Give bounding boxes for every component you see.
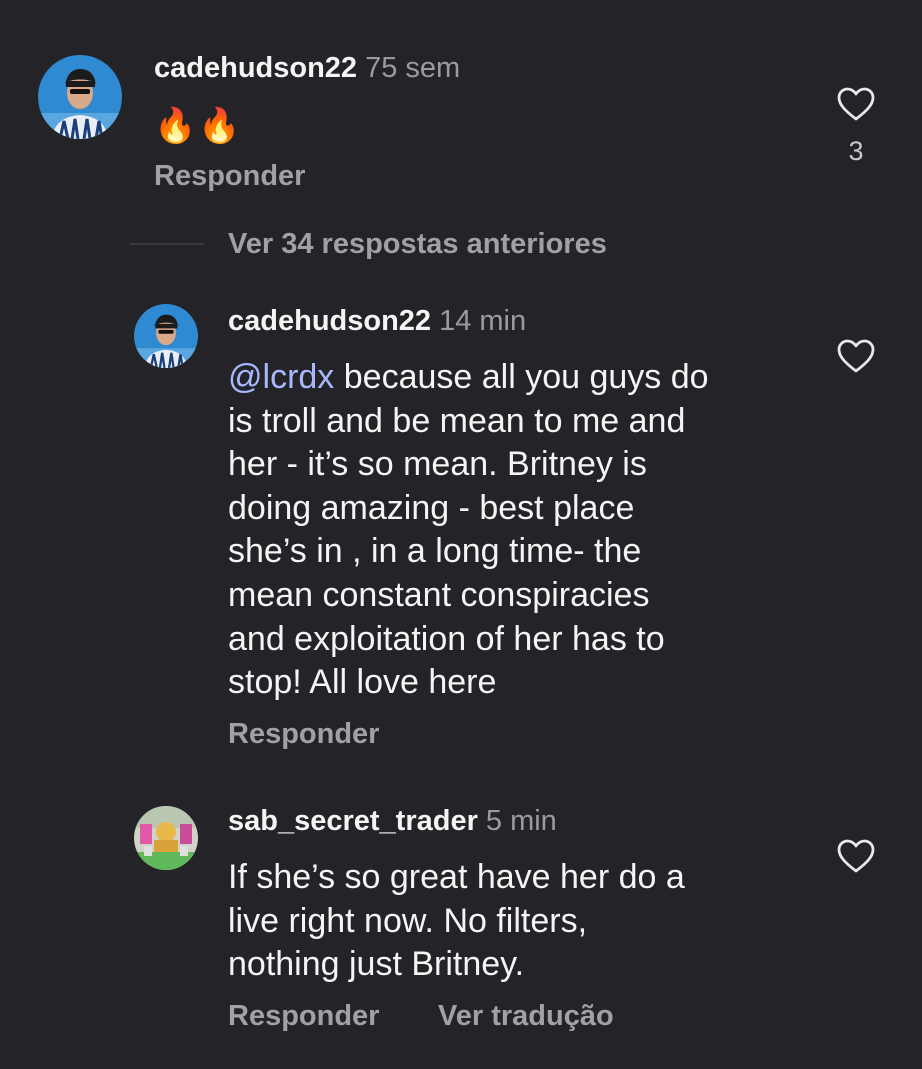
like-button[interactable] <box>836 338 876 379</box>
like-count: 3 <box>848 136 864 166</box>
timestamp: 5 min <box>485 805 557 837</box>
replies-divider <box>130 243 204 245</box>
comment-text: @lcrdx because all you guys do is troll … <box>228 356 828 705</box>
timestamp: 75 sem <box>365 52 461 84</box>
timestamp: 14 min <box>439 305 527 337</box>
reply-button[interactable]: Responder <box>228 998 379 1034</box>
username[interactable]: sab_secret_trader <box>228 805 478 837</box>
comment-header: sab_secret_trader 5 min <box>228 803 557 839</box>
avatar[interactable] <box>134 304 198 368</box>
comment-text: 🔥🔥 <box>154 106 243 146</box>
avatar[interactable] <box>134 806 198 870</box>
mention-link[interactable]: @lcrdx <box>228 358 334 396</box>
heart-outline-icon[interactable] <box>836 86 876 122</box>
username[interactable]: cadehudson22 <box>228 305 431 337</box>
username[interactable]: cadehudson22 <box>154 52 357 84</box>
reply-button[interactable]: Responder <box>228 716 379 752</box>
comment-text: If she’s so great have her do a live rig… <box>228 858 685 984</box>
like-button[interactable] <box>836 838 876 879</box>
heart-outline-icon[interactable] <box>836 838 876 874</box>
heart-outline-icon[interactable] <box>836 338 876 374</box>
avatar[interactable] <box>38 55 122 139</box>
comment-body: because all you guys do is troll and be … <box>228 358 709 702</box>
comment-header: cadehudson22 14 min <box>228 303 526 339</box>
reply-button[interactable]: Responder <box>154 158 305 194</box>
comment-header: cadehudson22 75 sem <box>154 50 460 86</box>
like-button[interactable] <box>836 86 876 127</box>
view-previous-replies-button[interactable]: Ver 34 respostas anteriores <box>228 226 607 262</box>
translate-button[interactable]: Ver tradução <box>438 998 614 1034</box>
